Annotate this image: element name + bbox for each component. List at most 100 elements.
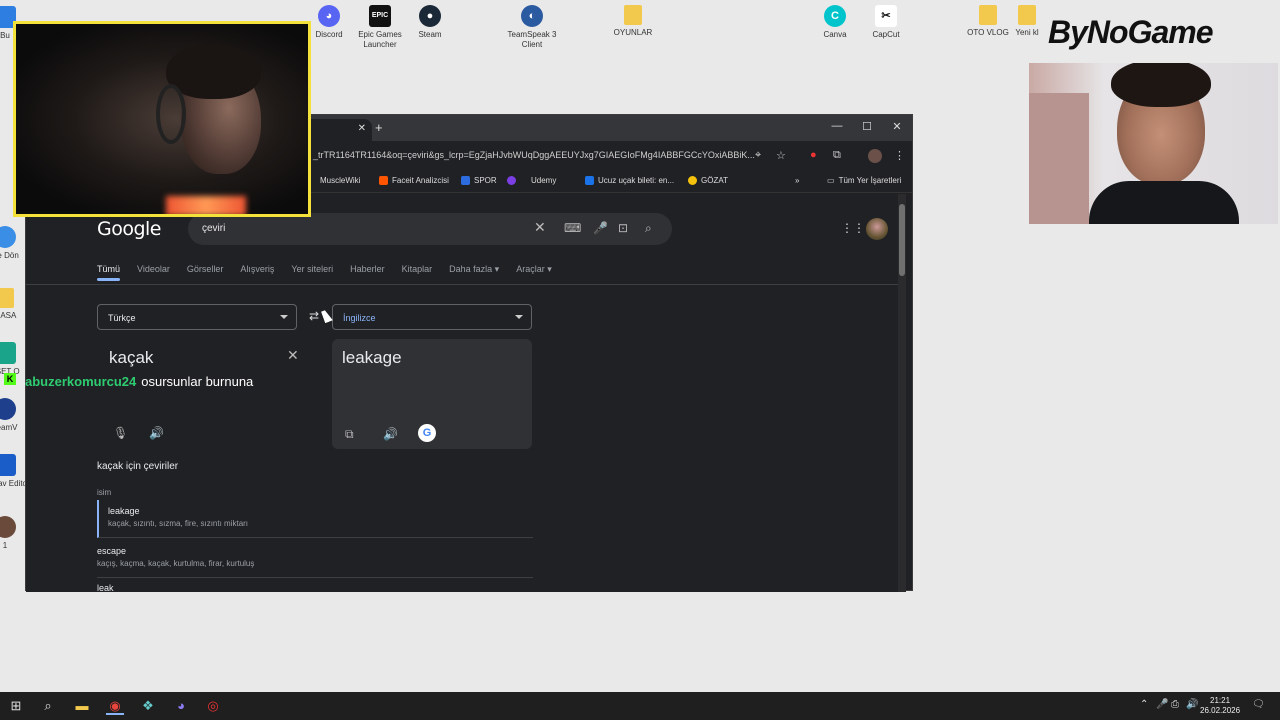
kick-badge-icon: K [4, 373, 16, 385]
speaker-icon[interactable]: 🔊 [383, 427, 398, 441]
tray-chevron-icon[interactable]: ⌃ [1140, 699, 1148, 710]
clear-source-icon[interactable]: ✕ [287, 347, 299, 364]
translation-synonyms: kaçış, kaçma, kaçak, kurtulma, firar, ku… [97, 559, 255, 568]
mic-icon[interactable]: 🎤 [593, 221, 608, 235]
faceit-icon [379, 176, 388, 185]
bookmark-label: Udemy [531, 176, 557, 185]
translation-row[interactable]: escape kaçış, kaçma, kaçak, kurtulma, fi… [97, 540, 533, 578]
mic-icon[interactable]: 🎙 [113, 426, 128, 440]
copy-icon[interactable]: ⧉ [345, 427, 354, 442]
bookmark-faceit[interactable]: Faceit Analizcisi [379, 176, 449, 185]
tab-more[interactable]: Daha fazla ▾ [449, 264, 499, 275]
desktop-icon-capcut[interactable]: ✂ CapCut [851, 5, 921, 40]
swap-languages-icon[interactable]: ⇄ [309, 309, 319, 323]
capcut-icon: ✂ [875, 5, 897, 27]
tab-more-label: Daha fazla [449, 264, 493, 274]
bookmark-ucuz-ucak[interactable]: Ucuz uçak bileti: en... [585, 176, 674, 185]
bynogame-logo: ByNoGame [1048, 14, 1213, 51]
bookmarks-overflow-icon[interactable]: » [795, 176, 799, 185]
part-of-speech: isim [97, 488, 112, 497]
chat-username: abuzerkomurcu24 [25, 374, 137, 389]
chat-message: abuzerkomurcu24 osursunlar burnuna [25, 374, 253, 389]
desktop-icon-oyunlar[interactable]: OYUNLAR [598, 5, 668, 38]
close-window-icon[interactable]: ✕ [887, 120, 907, 133]
bookmark-label: SPOR [474, 176, 497, 185]
page-scrollbar[interactable] [898, 194, 906, 592]
clock[interactable]: 21:21 26.02.2026 [1200, 696, 1240, 716]
target-language-select[interactable]: İngilizce [332, 304, 532, 330]
search-icon[interactable]: ⌕ [645, 221, 652, 236]
translation-word: leak [97, 583, 114, 592]
bookmark-star-icon[interactable]: ☆ [776, 149, 786, 162]
avatar[interactable] [866, 218, 888, 240]
location-icon[interactable]: ⌖ [755, 149, 761, 162]
steam-icon: ● [419, 5, 441, 27]
tab-images[interactable]: Görseller [187, 264, 224, 275]
browser-tab[interactable]: ✕ [304, 119, 372, 141]
desktop-icon-label: Discord [315, 30, 343, 39]
tab-videos[interactable]: Videolar [137, 264, 170, 275]
tab-news[interactable]: Haberler [350, 264, 385, 275]
lens-icon[interactable]: ⊡ [618, 221, 628, 235]
google-g-icon[interactable]: G [418, 424, 436, 442]
desktop-icon-label: Ge Dön [0, 251, 19, 260]
translation-row[interactable]: leakage kaçak, sızıntı, sızma, fire, sız… [97, 500, 533, 538]
discord-icon[interactable]: ◕ [172, 697, 190, 715]
bookmark-icon-only[interactable] [507, 176, 516, 185]
tab-tools[interactable]: Araçlar ▾ [516, 264, 552, 275]
bookmark-spor[interactable]: SPOR [461, 176, 497, 185]
tab-places[interactable]: Yer siteleri [291, 264, 333, 275]
file-explorer-icon[interactable]: ▬ [73, 697, 91, 715]
google-logo[interactable]: Google [97, 218, 162, 240]
clear-search-icon[interactable]: ✕ [534, 219, 546, 236]
teamspeak-icon: ◐ [521, 5, 543, 27]
obs-icon[interactable]: ◎ [204, 697, 222, 715]
desktop-icon-label: OYUNLAR [613, 28, 653, 37]
extension-icon[interactable]: ● [810, 149, 817, 161]
source-text[interactable]: kaçak [109, 348, 153, 368]
menu-dots-icon[interactable]: ⋮ [894, 149, 905, 162]
mic-tray-icon[interactable]: 🎤 [1156, 699, 1168, 710]
source-language-select[interactable]: Türkçe [97, 304, 297, 330]
app-icon [0, 226, 16, 248]
close-tab-icon[interactable]: ✕ [358, 123, 366, 134]
desktop-icon-yeni[interactable]: Yeni kl [1002, 5, 1052, 38]
bookmark-gozat[interactable]: GÖZAT [688, 176, 728, 185]
extensions-puzzle-icon[interactable]: ⧉ [833, 149, 841, 162]
desktop-icon-label: Movav Edito [0, 479, 28, 488]
tab-all[interactable]: Tümü [97, 264, 121, 281]
profile-avatar-icon[interactable] [868, 149, 882, 163]
divider [26, 284, 906, 285]
notifications-icon[interactable]: 🗨 [1252, 699, 1265, 710]
minimize-icon[interactable]: — [827, 120, 847, 132]
bookmark-udemy[interactable]: Udemy [531, 176, 556, 185]
desktop-icon-steam[interactable]: ● Steam [395, 5, 465, 40]
gozat-icon [688, 176, 697, 185]
address-bar[interactable]: _trTR1164TR1164&oq=çeviri&gs_lcrp=EgZjaH… [313, 150, 755, 160]
volume-icon[interactable]: 🔊 [1186, 699, 1198, 710]
tab-tools-label: Araçlar [516, 264, 545, 274]
apps-grid-icon[interactable]: ⋮⋮ [841, 221, 865, 235]
windows-start-icon[interactable]: ⊞ [7, 697, 25, 715]
translation-row[interactable]: leak [97, 583, 533, 592]
translations-title: kaçak için çeviriler [97, 461, 179, 472]
all-bookmarks[interactable]: ▭ Tüm Yer İşaretleri [827, 176, 901, 185]
desktop-icon-teamspeak[interactable]: ◐ TeamSpeak 3 Client [497, 5, 567, 50]
bookmark-musclewiki[interactable]: MuscleWiki [320, 176, 360, 185]
tab-shopping[interactable]: Alışveriş [240, 264, 274, 275]
speaker-icon[interactable]: 🔊 [149, 426, 164, 440]
teamviewer-icon [0, 398, 16, 420]
search-input[interactable]: çeviri [202, 223, 225, 234]
keyboard-icon[interactable]: ⌨ [564, 221, 581, 235]
search-icon[interactable]: ⌕ [39, 697, 57, 715]
network-icon[interactable]: ⎙ [1171, 699, 1179, 710]
chrome-icon[interactable]: ◉ [106, 697, 124, 715]
desktop-icon-label: Steam [418, 30, 442, 39]
search-box[interactable]: çeviri ✕ ⌨ 🎤 ⊡ ⌕ [188, 213, 672, 245]
new-tab-icon[interactable]: + [375, 120, 383, 135]
tab-books[interactable]: Kitaplar [402, 264, 433, 275]
source-language-label: Türkçe [108, 313, 136, 323]
maximize-icon[interactable]: ☐ [857, 120, 877, 133]
scrollbar-thumb[interactable] [899, 204, 905, 276]
app-icon[interactable]: ❖ [139, 697, 157, 715]
